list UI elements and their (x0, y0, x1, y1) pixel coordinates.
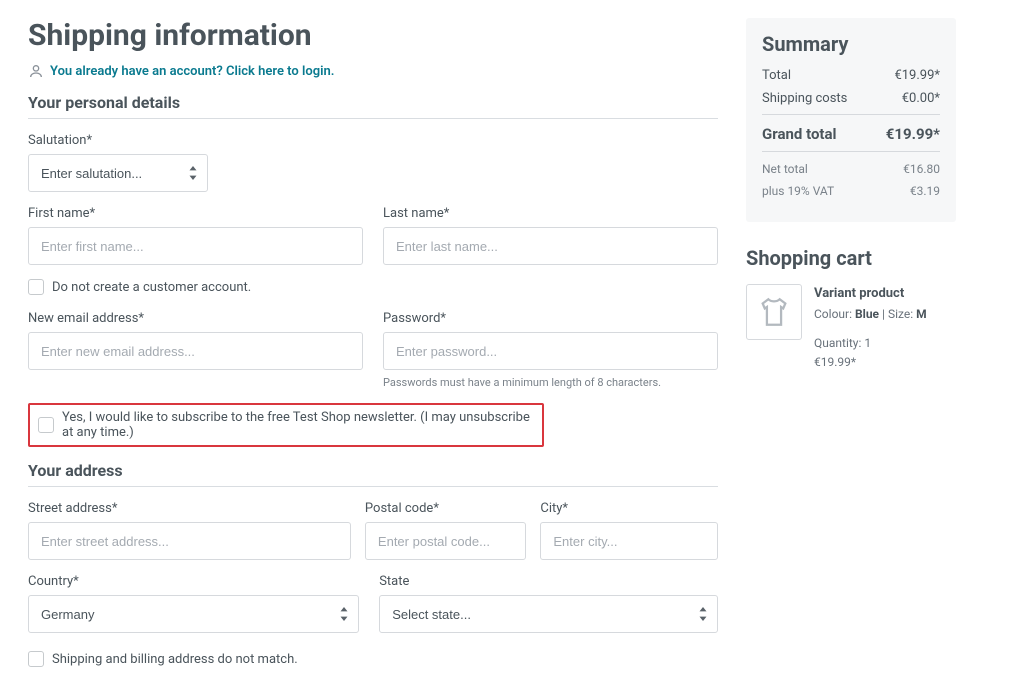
password-hint: Passwords must have a minimum length of … (383, 376, 718, 389)
net-value: €16.80 (903, 162, 940, 176)
last-name-input[interactable] (383, 227, 718, 265)
divider (762, 114, 940, 115)
product-variant: Colour: Blue | Size: M (814, 305, 927, 324)
page-title: Shipping information (28, 18, 718, 53)
no-account-checkbox[interactable] (28, 279, 44, 295)
grand-value: €19.99* (886, 125, 940, 143)
user-icon (28, 63, 44, 79)
postal-input[interactable] (365, 522, 526, 560)
shirt-icon (757, 295, 791, 329)
first-name-label: First name* (28, 206, 363, 221)
sidebar: Summary Total €19.99* Shipping costs €0.… (746, 18, 956, 683)
summary-panel: Summary Total €19.99* Shipping costs €0.… (746, 18, 956, 222)
product-qty: Quantity: 1 (814, 334, 927, 353)
city-label: City* (540, 501, 718, 516)
newsletter-checkbox[interactable] (38, 417, 54, 433)
main-form: Shipping information You already have an… (28, 18, 718, 683)
login-row: You already have an account? Click here … (28, 63, 718, 79)
newsletter-highlight: Yes, I would like to subscribe to the fr… (28, 403, 544, 447)
divider (28, 118, 718, 119)
country-label: Country* (28, 574, 359, 589)
shipping-value: €0.00* (902, 91, 940, 106)
no-account-label: Do not create a customer account. (52, 280, 251, 295)
salutation-label: Salutation* (28, 133, 359, 148)
newsletter-label: Yes, I would like to subscribe to the fr… (62, 410, 534, 440)
country-select[interactable]: Germany (28, 595, 359, 633)
password-input[interactable] (383, 332, 718, 370)
state-label: State (379, 574, 718, 589)
shipping-label: Shipping costs (762, 91, 847, 106)
email-label: New email address* (28, 311, 363, 326)
cart-title: Shopping cart (746, 246, 956, 270)
summary-title: Summary (762, 32, 940, 56)
last-name-label: Last name* (383, 206, 718, 221)
postal-label: Postal code* (365, 501, 526, 516)
state-select[interactable]: Select state... (379, 595, 718, 633)
grand-label: Grand total (762, 125, 837, 143)
cart-item: Variant product Colour: Blue | Size: M Q… (746, 284, 956, 372)
divider (28, 486, 718, 487)
product-thumbnail (746, 284, 802, 340)
address-mismatch-label: Shipping and billing address do not matc… (52, 652, 298, 667)
total-label: Total (762, 68, 791, 83)
login-link[interactable]: You already have an account? Click here … (50, 64, 334, 79)
address-heading: Your address (28, 461, 718, 480)
salutation-select[interactable]: Enter salutation... (28, 154, 208, 192)
email-input[interactable] (28, 332, 363, 370)
street-label: Street address* (28, 501, 351, 516)
vat-value: €3.19 (910, 184, 940, 198)
product-price: €19.99* (814, 353, 927, 372)
divider (762, 151, 940, 152)
city-input[interactable] (540, 522, 718, 560)
vat-label: plus 19% VAT (762, 184, 834, 198)
personal-details-heading: Your personal details (28, 93, 718, 112)
first-name-input[interactable] (28, 227, 363, 265)
net-label: Net total (762, 162, 808, 176)
total-value: €19.99* (894, 68, 940, 83)
product-name: Variant product (814, 284, 927, 305)
street-input[interactable] (28, 522, 351, 560)
password-label: Password* (383, 311, 718, 326)
address-mismatch-checkbox[interactable] (28, 651, 44, 667)
